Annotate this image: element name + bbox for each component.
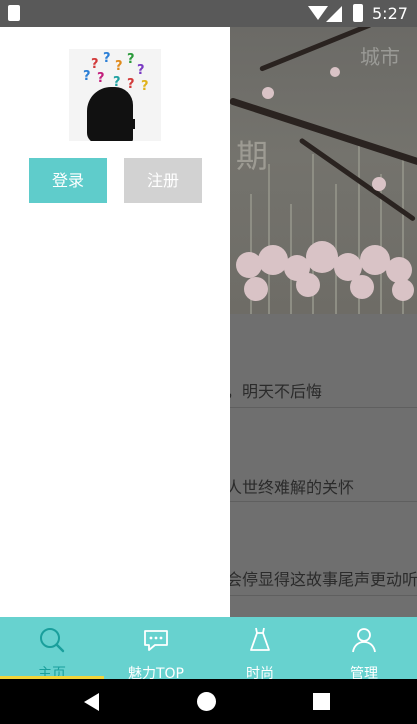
bottom-tab-bar: 主页 魅力TOP 时尚 管理 (0, 617, 417, 682)
back-icon[interactable] (84, 693, 99, 711)
system-navigation-bar (0, 679, 417, 724)
hero-caption: 期 (236, 137, 269, 175)
status-time: 5:27 (372, 4, 408, 23)
wifi-icon (308, 6, 328, 20)
status-bar: 5:27 (0, 0, 417, 27)
chat-bubble-icon (144, 630, 168, 651)
tab-charm-top[interactable]: 魅力TOP (104, 617, 208, 682)
signal-icon (326, 6, 342, 22)
avatar[interactable]: ? ? ? ? ? ? ? ? ? ? (69, 49, 161, 141)
register-button[interactable]: 注册 (124, 158, 202, 203)
list-item-text: ，明天不后悔 (226, 382, 323, 401)
battery-icon (353, 4, 363, 22)
list-item-text: 人世终难解的关怀 (226, 478, 355, 497)
sd-card-icon (8, 5, 20, 21)
head-silhouette-icon (87, 87, 133, 141)
tab-home[interactable]: 主页 (0, 617, 104, 682)
recent-apps-icon[interactable] (313, 693, 330, 710)
search-icon (40, 628, 65, 653)
login-button[interactable]: 登录 (29, 158, 107, 203)
navigation-drawer: ? ? ? ? ? ? ? ? ? ? 登录 注册 (0, 27, 230, 617)
dress-icon (250, 627, 270, 651)
city-label[interactable]: 城市 (360, 41, 400, 70)
person-icon (352, 628, 376, 653)
tab-manage[interactable]: 管理 (312, 617, 416, 682)
tab-fashion[interactable]: 时尚 (208, 617, 312, 682)
home-icon[interactable] (197, 692, 216, 711)
list-item-text: 会停显得这故事尾声更动听 (226, 570, 417, 589)
